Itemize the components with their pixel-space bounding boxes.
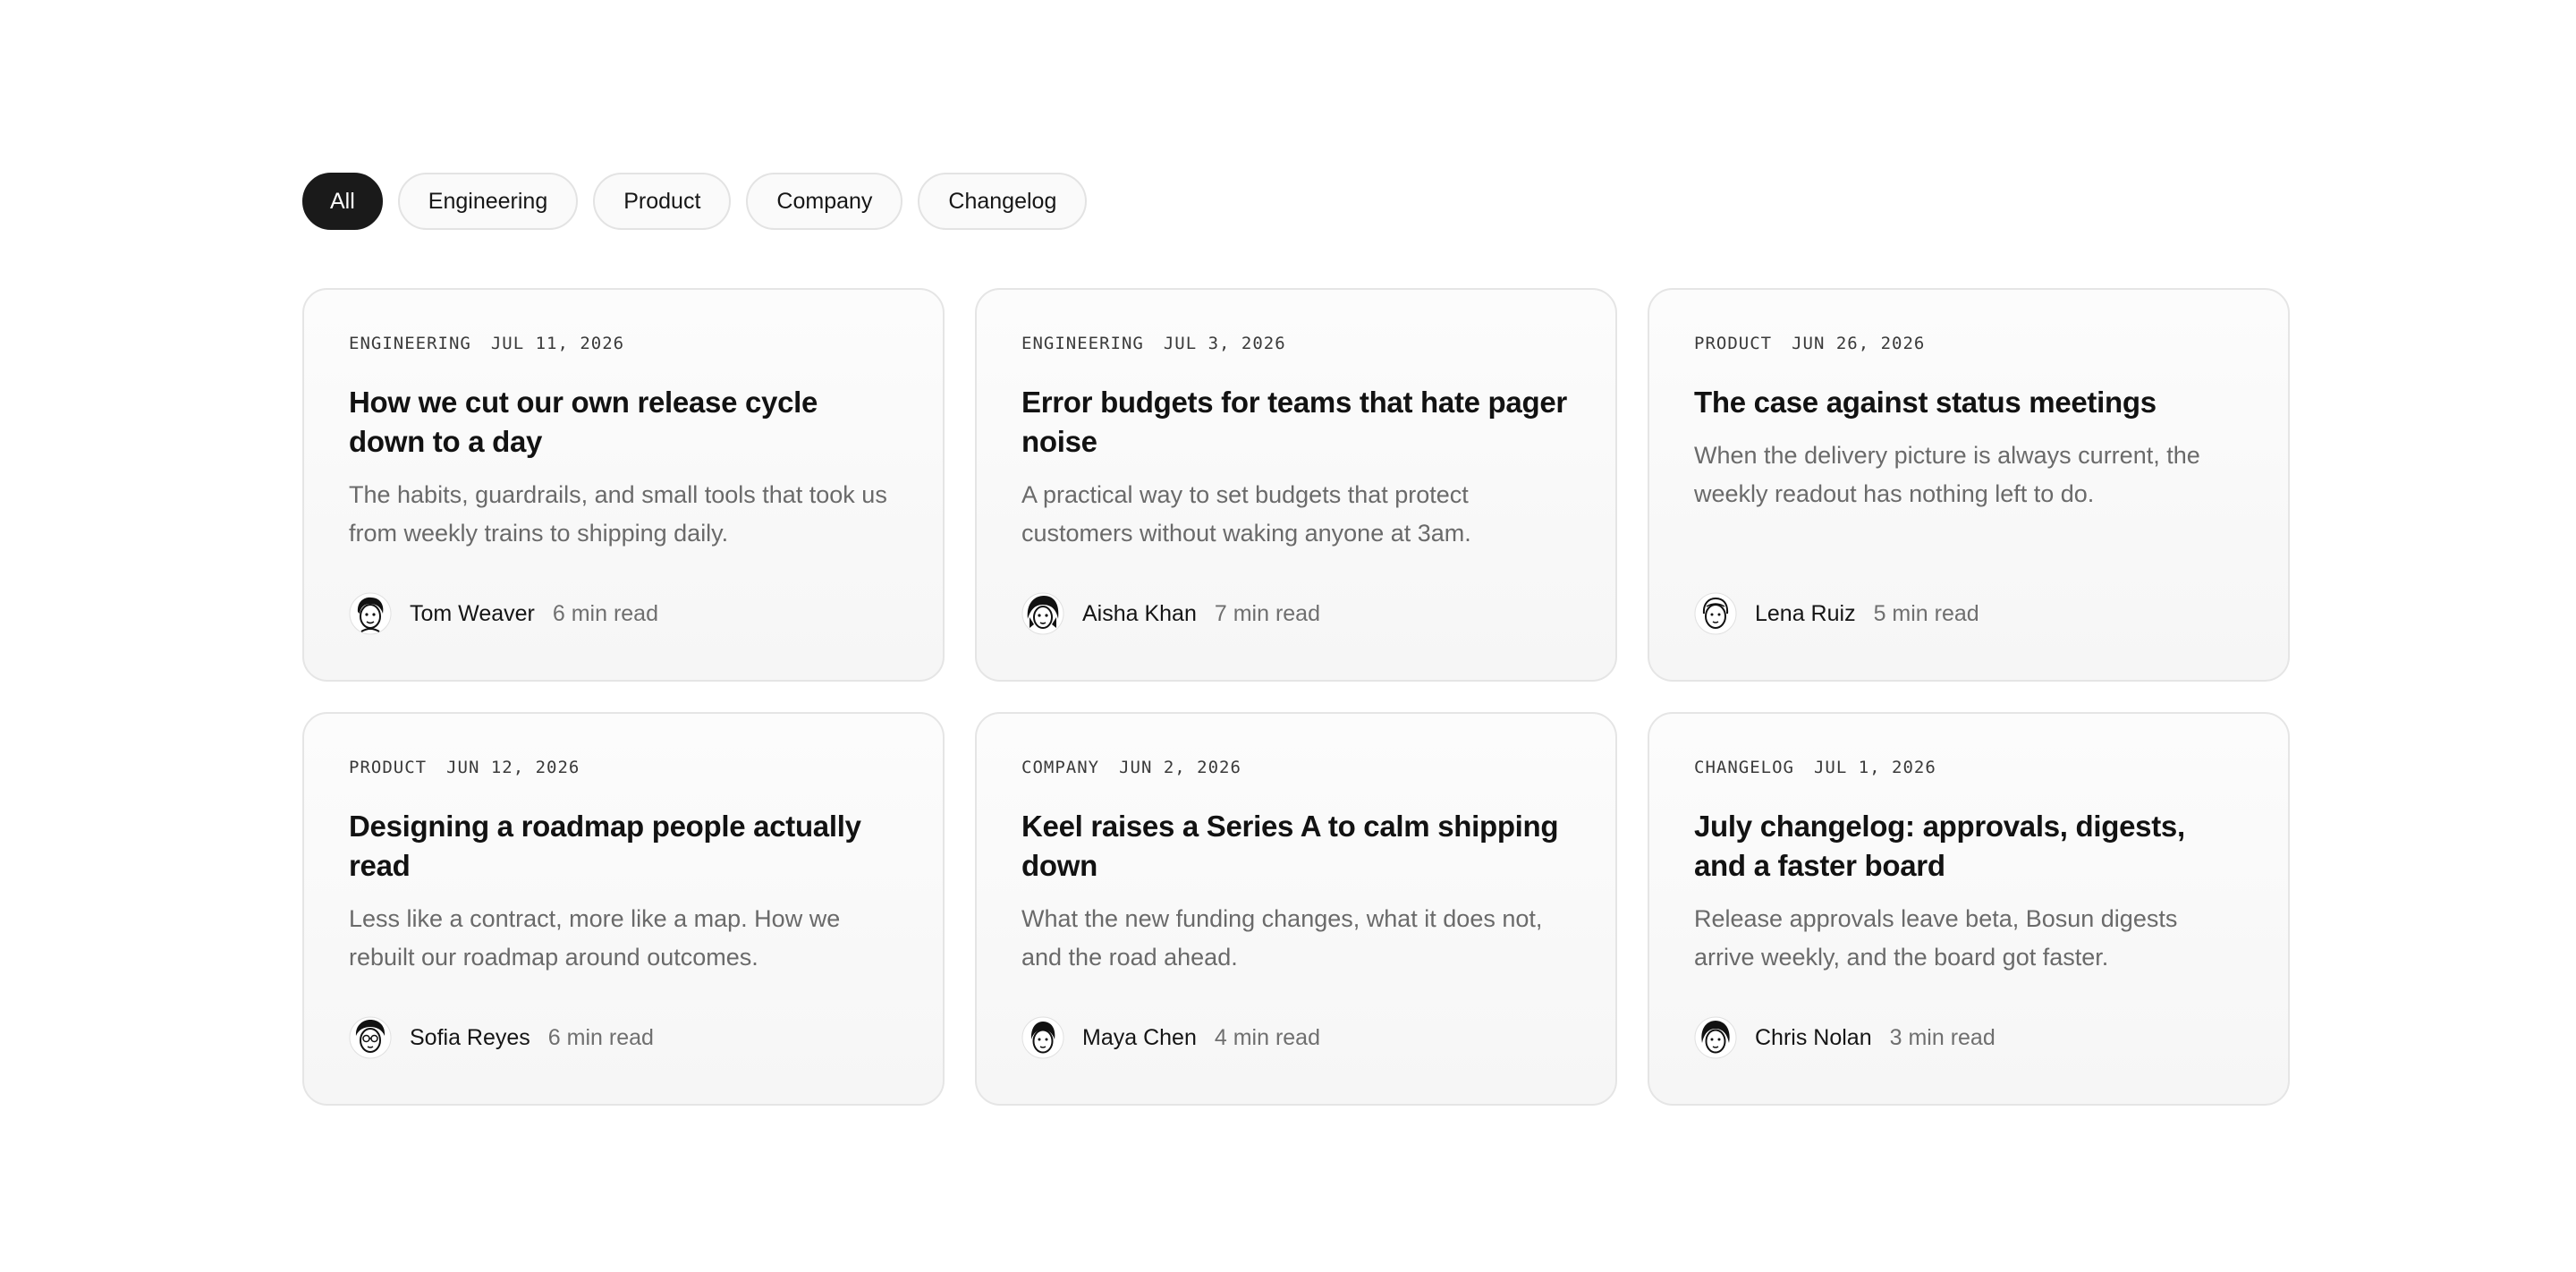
post-card[interactable]: PRODUCT JUN 26, 2026 The case against st…: [1648, 288, 2290, 682]
post-date: JUL 11, 2026: [490, 334, 625, 353]
post-meta: PRODUCT JUN 26, 2026: [1694, 333, 2243, 354]
post-date: JUN 26, 2026: [1792, 334, 1926, 353]
tom-weaver-avatar-icon: [349, 592, 392, 635]
post-author: Lena Ruiz 5 min read: [1694, 592, 1979, 635]
post-grid: ENGINEERING JUL 11, 2026 How we cut our …: [302, 288, 2290, 1106]
post-excerpt: A practical way to set budgets that prot…: [1021, 481, 1471, 547]
post-author: Maya Chen 4 min read: [1021, 1016, 1320, 1059]
filter-engineering[interactable]: Engineering: [397, 173, 579, 230]
read-time: 4 min read: [1214, 1024, 1320, 1050]
filter-all[interactable]: All: [302, 173, 383, 230]
post-excerpt: When the delivery picture is always curr…: [1694, 442, 2200, 507]
chris-nolan-avatar-icon: [1694, 1016, 1737, 1059]
post-category: PRODUCT: [1694, 334, 1773, 353]
post-date: JUN 2, 2026: [1119, 758, 1241, 777]
lena-ruiz-avatar-icon: [1694, 592, 1737, 635]
aisha-khan-avatar-icon: [1021, 592, 1064, 635]
post-date: JUL 1, 2026: [1813, 758, 1936, 777]
category-filter-bar: All Engineering Product Company Changelo…: [302, 173, 1088, 230]
author-name[interactable]: Tom Weaver: [410, 601, 535, 627]
read-time: 5 min read: [1873, 600, 1979, 626]
post-category: CHANGELOG: [1694, 758, 1794, 777]
author-name[interactable]: Sofia Reyes: [410, 1025, 530, 1051]
post-meta: PRODUCT JUN 12, 2026: [349, 757, 898, 778]
post-title[interactable]: July changelog: approvals, digests, and …: [1694, 807, 2243, 886]
post-category: ENGINEERING: [349, 334, 471, 353]
post-title[interactable]: Designing a roadmap people actually read: [349, 807, 898, 886]
author-name[interactable]: Maya Chen: [1082, 1025, 1197, 1051]
author-name[interactable]: Aisha Khan: [1082, 601, 1197, 627]
post-category: PRODUCT: [349, 758, 428, 777]
post-excerpt: The habits, guardrails, and small tools …: [349, 481, 887, 547]
post-card[interactable]: ENGINEERING JUL 3, 2026 Error budgets fo…: [975, 288, 1617, 682]
filter-company[interactable]: Company: [746, 173, 903, 230]
post-card[interactable]: ENGINEERING JUL 11, 2026 How we cut our …: [302, 288, 945, 682]
maya-chen-avatar-icon: [1021, 1016, 1064, 1059]
post-category: COMPANY: [1021, 758, 1100, 777]
read-time: 6 min read: [547, 1024, 654, 1050]
post-author: Chris Nolan 3 min read: [1694, 1016, 1996, 1059]
author-name[interactable]: Lena Ruiz: [1755, 601, 1856, 627]
read-time: 7 min read: [1214, 600, 1320, 626]
author-name[interactable]: Chris Nolan: [1755, 1025, 1872, 1051]
post-meta: ENGINEERING JUL 3, 2026: [1021, 333, 1571, 354]
filter-changelog[interactable]: Changelog: [918, 173, 1088, 230]
post-author: Aisha Khan 7 min read: [1021, 592, 1320, 635]
post-category: ENGINEERING: [1021, 334, 1144, 353]
post-card[interactable]: PRODUCT JUN 12, 2026 Designing a roadmap…: [302, 712, 945, 1106]
filter-product[interactable]: Product: [593, 173, 732, 230]
post-title[interactable]: Keel raises a Series A to calm shipping …: [1021, 807, 1571, 886]
post-date: JUN 12, 2026: [446, 758, 580, 777]
post-title[interactable]: How we cut our own release cycle down to…: [349, 383, 898, 462]
post-author: Sofia Reyes 6 min read: [349, 1016, 654, 1059]
post-date: JUL 3, 2026: [1163, 334, 1286, 353]
post-title[interactable]: The case against status meetings: [1694, 383, 2243, 422]
sofia-reyes-avatar-icon: [349, 1016, 392, 1059]
post-meta: ENGINEERING JUL 11, 2026: [349, 333, 898, 354]
post-card[interactable]: COMPANY JUN 2, 2026 Keel raises a Series…: [975, 712, 1617, 1106]
post-meta: COMPANY JUN 2, 2026: [1021, 757, 1571, 778]
post-author: Tom Weaver 6 min read: [349, 592, 658, 635]
post-excerpt: What the new funding changes, what it do…: [1021, 905, 1543, 971]
post-excerpt: Less like a contract, more like a map. H…: [349, 905, 841, 971]
post-excerpt: Release approvals leave beta, Bosun dige…: [1694, 905, 2178, 971]
post-card[interactable]: CHANGELOG JUL 1, 2026 July changelog: ap…: [1648, 712, 2290, 1106]
read-time: 6 min read: [552, 600, 658, 626]
post-meta: CHANGELOG JUL 1, 2026: [1694, 757, 2243, 778]
post-title[interactable]: Error budgets for teams that hate pager …: [1021, 383, 1571, 462]
read-time: 3 min read: [1889, 1024, 1996, 1050]
